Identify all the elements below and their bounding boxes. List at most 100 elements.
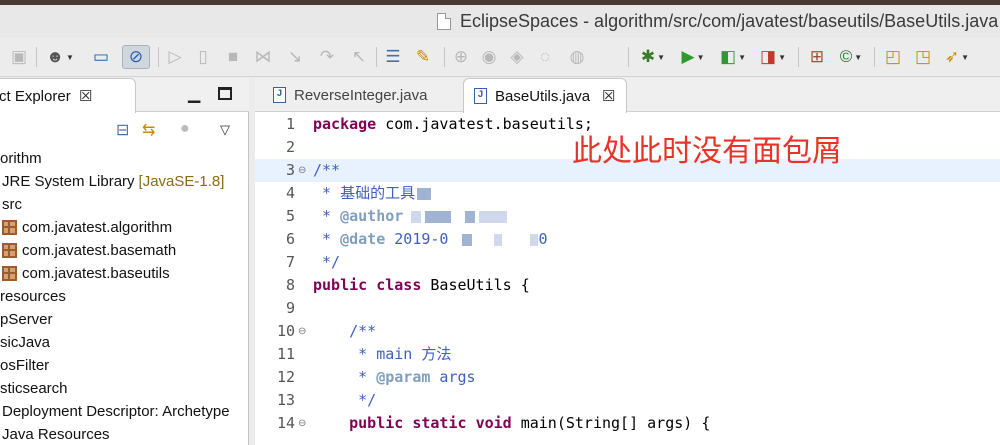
code-token: 2019-0 <box>385 230 449 248</box>
toolbar-separator <box>376 47 377 67</box>
tab-reverse-integer[interactable]: J ReverseInteger.java <box>263 78 437 112</box>
watch-icon[interactable]: ◈ <box>506 45 528 69</box>
tree-item[interactable]: sticsearch <box>0 377 249 400</box>
code-token: main(String[] args) { <box>511 414 711 432</box>
profile-icon[interactable]: ☻ ▼ <box>42 45 78 69</box>
close-icon[interactable]: ☒ <box>602 87 615 105</box>
code-text: public class BaseUtils { <box>313 274 530 297</box>
code-line: 4 * 基础的工具 <box>255 182 1000 205</box>
code-token: class <box>376 276 422 294</box>
code-text: package com.javatest.baseutils; <box>313 113 593 136</box>
collapse-all-icon[interactable]: ⊟ <box>116 120 129 140</box>
coverage-icon[interactable]: ◧ ▼ <box>716 45 750 69</box>
code-line: 7 */ <box>255 251 1000 274</box>
save-icon[interactable]: ▣ <box>8 45 30 69</box>
line-number: 9 <box>285 299 295 317</box>
redacted-text <box>530 233 539 246</box>
breakpoint-icon[interactable]: ◉ <box>478 45 500 69</box>
code-line: 12 * @param args <box>255 366 1000 389</box>
code-token: 0 <box>538 230 548 248</box>
line-number: 13 <box>276 391 295 409</box>
tree-item[interactable]: sicJava <box>0 331 249 354</box>
editor-tab-bar: J ReverseInteger.java J BaseUtils.java ☒ <box>255 78 1000 113</box>
nav-back-icon[interactable]: ◍ <box>566 45 588 69</box>
step-icon[interactable]: ▷ <box>164 45 186 69</box>
line-number: 6 <box>285 230 295 248</box>
editor-tab-label: BaseUtils.java <box>495 87 591 105</box>
disconnect-icon[interactable]: ⋈ <box>252 45 274 69</box>
line-number: 5 <box>285 207 295 225</box>
external-tools-icon[interactable]: ◨ ▼ <box>756 45 790 69</box>
tree-item-label: orithm <box>0 150 42 167</box>
explorer-tab-label: ct Explorer <box>0 88 71 105</box>
line-number: 12 <box>276 368 295 386</box>
link-with-editor-icon[interactable]: ⇆ <box>142 120 155 140</box>
step-into-icon[interactable]: ↘ <box>282 45 308 69</box>
tree-item[interactable]: Java Resources <box>0 423 249 445</box>
step-return-icon[interactable]: ↖ <box>346 45 372 69</box>
open-file-icon[interactable]: ◳ <box>910 45 936 69</box>
tree-item[interactable]: com.javatest.basemath <box>0 239 249 262</box>
java-file-icon: J <box>474 88 487 104</box>
new-package-icon[interactable]: ⊞ <box>804 45 830 69</box>
tree-item-label: sicJava <box>0 334 51 351</box>
tree-item[interactable]: com.javatest.baseutils <box>0 262 249 285</box>
run-icon[interactable]: ▶ ▼ <box>676 45 710 69</box>
code-token: public <box>313 276 368 294</box>
line-number: 1 <box>285 115 295 133</box>
code-text: * main 方法 <box>313 343 451 366</box>
tree-item[interactable]: src <box>0 193 249 216</box>
fold-toggle-icon[interactable]: ⊖ <box>298 159 306 182</box>
window-title: EclipseSpaces - algorithm/src/com/javate… <box>460 11 999 31</box>
tree-item-label: com.javatest.baseutils <box>22 265 170 282</box>
tree-item-label: pServer <box>0 311 53 328</box>
line-number: 4 <box>285 184 295 202</box>
code-token: com.javatest.baseutils; <box>376 115 593 133</box>
rocket-icon[interactable]: ➶ ▼ <box>940 45 974 69</box>
package-icon <box>2 220 17 235</box>
fold-toggle-icon[interactable]: ⊖ <box>298 320 306 343</box>
fold-toggle-icon[interactable]: ⊖ <box>298 412 306 435</box>
explorer-toolbar: ⊟ ⇆ ● ▽ <box>0 114 249 146</box>
drop-frame-icon[interactable]: ✎ <box>410 45 436 69</box>
code-token: */ <box>313 253 341 271</box>
filters-icon[interactable]: ● <box>180 120 190 138</box>
monitor-icon[interactable]: ▭ <box>88 45 114 69</box>
toolbar-separator <box>444 47 445 67</box>
new-java-class-icon[interactable]: © ▼ <box>834 45 868 69</box>
tree-item[interactable]: osFilter <box>0 354 249 377</box>
stop-icon[interactable]: ■ <box>222 45 244 69</box>
view-menu-icon[interactable]: ▽ <box>220 122 230 138</box>
main-toolbar: ▣ ☻ ▼ ▭ ⊘ ▷ ▯ ■ ⋈ ↘ ↷ ↖ ☰ ✎ ⊕ ◉ ◈ ◌ ◍ ✱ ▼ … <box>0 37 1000 77</box>
code-token: */ <box>313 391 377 409</box>
explorer-tab-bar: ct Explorer ☒ ▁ <box>0 78 249 113</box>
toggle-icon[interactable]: ⊕ <box>450 45 472 69</box>
tree-item[interactable]: com.javatest.algorithm <box>0 216 249 239</box>
skip-icon[interactable]: ◌ <box>534 45 556 69</box>
link-off-icon[interactable]: ⊘ <box>122 45 150 69</box>
minimize-icon[interactable]: ▁ <box>188 84 200 104</box>
tab-project-explorer[interactable]: ct Explorer ☒ <box>0 78 136 113</box>
tree-item[interactable]: orithm <box>0 147 249 170</box>
code-text: /** <box>313 159 340 182</box>
close-icon[interactable]: ☒ <box>79 87 92 105</box>
step-over-icon[interactable]: ↷ <box>314 45 340 69</box>
debug-icon[interactable]: ✱ ▼ <box>636 45 670 69</box>
toolbar-separator <box>36 47 37 67</box>
code-line: 13 */ <box>255 389 1000 412</box>
tree-item[interactable]: resources <box>0 285 249 308</box>
task-icon[interactable]: ☰ <box>382 45 404 69</box>
pause-icon[interactable]: ▯ <box>192 45 214 69</box>
line-number: 8 <box>285 276 295 294</box>
redacted-text <box>417 187 432 200</box>
tree-item[interactable]: JRE System Library [JavaSE-1.8] <box>0 170 249 193</box>
title-bar: EclipseSpaces - algorithm/src/com/javate… <box>0 5 1000 37</box>
tree-item[interactable]: pServer <box>0 308 249 331</box>
code-token: void <box>475 414 512 432</box>
maximize-icon[interactable] <box>218 87 232 100</box>
tab-base-utils[interactable]: J BaseUtils.java ☒ <box>463 78 627 113</box>
tree-item[interactable]: Deployment Descriptor: Archetype <box>0 400 249 423</box>
open-folder-icon[interactable]: ◰ <box>880 45 906 69</box>
line-number: 11 <box>276 345 295 363</box>
code-token: @param <box>376 368 431 386</box>
